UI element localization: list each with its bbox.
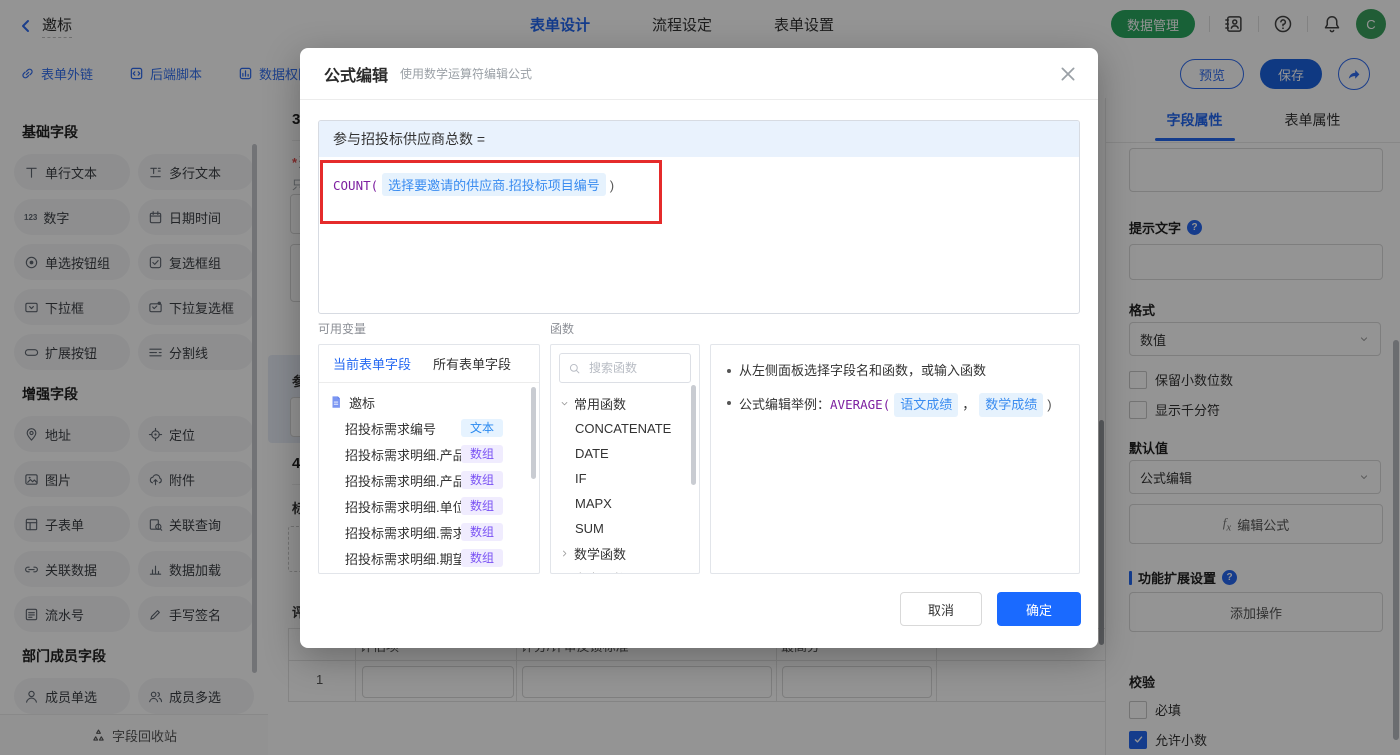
form-doc-icon (329, 395, 343, 409)
function-group-common[interactable]: 常用函数 (559, 391, 691, 416)
chevron-right-icon (559, 573, 570, 574)
functions-panel: 常用函数 CONCATENATE DATE IF MAPX SUM 数学函数 文… (550, 344, 700, 574)
tips-panel: 从左侧面板选择字段名和函数，或输入函数 公式编辑举例：AVERAGE(语文成绩，… (710, 344, 1080, 574)
bullet-dot (727, 369, 731, 373)
close-icon[interactable] (1058, 64, 1078, 84)
type-badge: 数组 (461, 471, 503, 489)
variable-item[interactable]: 招投标需求编号 文本 (319, 415, 539, 441)
chevron-down-icon (559, 398, 570, 409)
modal-title: 公式编辑 (324, 67, 389, 85)
close-paren: ) (609, 178, 615, 193)
chevron-right-icon (559, 548, 570, 559)
function-item[interactable]: MAPX (559, 491, 691, 516)
variable-item[interactable]: 招投标需求明细.产品...数组 (319, 441, 539, 467)
confirm-button[interactable]: 确定 (997, 592, 1081, 626)
functions-scrollbar[interactable] (691, 385, 696, 485)
variables-label: 可用变量 (318, 322, 367, 336)
type-badge: 数组 (461, 445, 503, 463)
bullet-dot (727, 401, 731, 405)
formula-editor-modal: 公式编辑 使用数学运算符编辑公式 参与招投标供应商总数 = COUNT(选择要邀… (300, 48, 1098, 648)
variable-item[interactable]: 招投标需求明细.期望...数组 (319, 545, 539, 571)
example-function-name: AVERAGE( (830, 397, 891, 412)
formula-target: 参与招投标供应商总数 = (319, 121, 1079, 157)
function-item[interactable]: SUM (559, 516, 691, 541)
function-item[interactable]: CONCATENATE (559, 416, 691, 441)
function-group-math[interactable]: 数学函数 (559, 541, 691, 566)
variables-tabs: 当前表单字段 所有表单字段 (319, 345, 539, 383)
variable-item[interactable]: 招投标需求明细.需求...数组 (319, 519, 539, 545)
function-group-text[interactable]: 文本函数 (559, 566, 691, 574)
variable-item[interactable]: 招投标需求明细.产品...数组 (319, 467, 539, 493)
function-search-input[interactable] (587, 360, 681, 376)
cancel-button[interactable]: 取消 (900, 592, 982, 626)
search-icon (568, 362, 581, 375)
function-search[interactable] (559, 353, 691, 383)
variable-item[interactable]: 招投标需求明细.单位 数组 (319, 493, 539, 519)
type-badge: 数组 (461, 549, 503, 567)
formula-expression[interactable]: COUNT(选择要邀请的供应商.招投标项目编号) (319, 157, 1079, 212)
tab-current-form-fields[interactable]: 当前表单字段 (333, 354, 411, 373)
modal-subtitle: 使用数学运算符编辑公式 (400, 67, 533, 81)
example-token-2: 数学成绩 (979, 393, 1044, 417)
tab-all-form-fields[interactable]: 所有表单字段 (433, 354, 511, 373)
tip-line-2: 公式编辑举例：AVERAGE(语文成绩，数学成绩) (727, 393, 1063, 417)
functions-label: 函数 (550, 322, 575, 336)
tip-line-1: 从左侧面板选择字段名和函数，或输入函数 (727, 361, 1063, 381)
modal-header: 公式编辑 使用数学运算符编辑公式 (300, 48, 1098, 100)
field-token[interactable]: 选择要邀请的供应商.招投标项目编号 (382, 173, 606, 196)
variables-scrollbar[interactable] (531, 387, 536, 479)
type-badge: 数组 (461, 523, 503, 541)
function-name: COUNT( (333, 178, 379, 193)
example-token-1: 语文成绩 (894, 393, 959, 417)
function-item[interactable]: DATE (559, 441, 691, 466)
formula-editor-box[interactable]: 参与招投标供应商总数 = COUNT(选择要邀请的供应商.招投标项目编号) (318, 120, 1080, 314)
variables-panel: 当前表单字段 所有表单字段 邀标 招投标需求编号文本 招投标需求明细.产品...… (318, 344, 540, 574)
function-item[interactable]: IF (559, 466, 691, 491)
type-badge: 数组 (461, 497, 503, 515)
type-badge: 文本 (461, 419, 503, 437)
variable-tree-root[interactable]: 邀标 (319, 389, 539, 415)
